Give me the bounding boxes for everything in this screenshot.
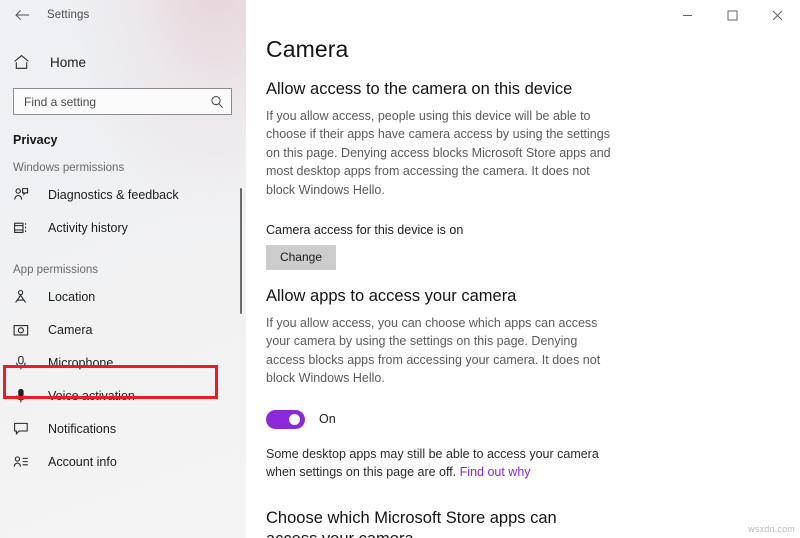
sidebar-item-location[interactable]: Location <box>0 280 246 313</box>
nav-group-app-permissions: App permissions Location <box>0 264 246 478</box>
minimize-button[interactable] <box>665 0 710 30</box>
sidebar-item-label: Notifications <box>48 422 116 436</box>
sidebar-item-label: Microphone <box>48 356 113 370</box>
apps-access-toggle-row: On <box>266 410 800 429</box>
watermark: wsxdn.com <box>748 524 795 534</box>
camera-settings-page: Camera Allow access to the camera on thi… <box>246 0 800 538</box>
desktop-apps-note-text: Some desktop apps may still be able to a… <box>266 447 599 480</box>
camera-access-status: Camera access for this device is on <box>266 223 800 237</box>
home-icon <box>13 54 35 70</box>
window-controls <box>665 0 800 30</box>
location-icon <box>13 289 33 305</box>
sidebar-item-label: Diagnostics & feedback <box>48 188 179 202</box>
search-input[interactable] <box>24 95 210 109</box>
sidebar-scrollbar-thumb[interactable] <box>240 188 242 314</box>
sidebar-item-microphone[interactable]: Microphone <box>0 346 246 379</box>
sidebar-item-label: Voice activation <box>48 389 135 403</box>
apps-access-toggle[interactable] <box>266 410 305 429</box>
maximize-button[interactable] <box>710 0 755 30</box>
desktop-apps-note: Some desktop apps may still be able to a… <box>266 445 611 483</box>
notifications-icon <box>13 421 33 436</box>
sidebar-item-notifications[interactable]: Notifications <box>0 412 246 445</box>
sidebar-item-home[interactable]: Home <box>0 47 246 77</box>
voice-activation-icon <box>13 388 33 404</box>
section-heading-apps-access: Allow apps to access your camera <box>266 286 616 307</box>
toggle-state-label: On <box>319 412 336 426</box>
camera-icon <box>13 323 33 337</box>
microphone-icon <box>13 355 33 371</box>
sidebar-item-label: Camera <box>48 323 92 337</box>
section-body-device-access: If you allow access, people using this d… <box>266 107 611 199</box>
section-heading-store-apps: Choose which Microsoft Store apps can ac… <box>266 508 596 538</box>
sidebar-nav: Windows permissions Diagnostics & feedba… <box>0 162 246 478</box>
search-icon <box>210 95 224 109</box>
close-button[interactable] <box>755 0 800 30</box>
sidebar-item-label: Account info <box>48 455 117 469</box>
toggle-knob <box>289 414 300 425</box>
sidebar-titlebar: Settings <box>0 0 246 30</box>
sidebar-category-title: Privacy <box>13 133 246 147</box>
sidebar-item-label: Location <box>48 290 95 304</box>
home-label: Home <box>50 55 86 70</box>
page-title: Camera <box>266 36 800 63</box>
sidebar-item-camera[interactable]: Camera <box>0 313 246 346</box>
nav-group-title: Windows permissions <box>0 162 246 174</box>
sidebar-item-voice-activation[interactable]: Voice activation <box>0 379 246 412</box>
change-button[interactable]: Change <box>266 245 336 270</box>
find-out-why-link[interactable]: Find out why <box>460 465 531 479</box>
search-box[interactable] <box>13 88 232 115</box>
sidebar-item-account-info[interactable]: Account info <box>0 445 246 478</box>
back-arrow-icon[interactable] <box>9 4 35 26</box>
sidebar-scrollbar[interactable] <box>239 0 244 538</box>
nav-group-windows-permissions: Windows permissions Diagnostics & feedba… <box>0 162 246 244</box>
settings-window: Settings Home Privacy Windows permis <box>0 0 800 538</box>
main-content: Camera Allow access to the camera on thi… <box>246 0 800 538</box>
diagnostics-feedback-icon <box>13 187 33 203</box>
sidebar-item-diagnostics-feedback[interactable]: Diagnostics & feedback <box>0 178 246 211</box>
sidebar-item-activity-history[interactable]: Activity history <box>0 211 246 244</box>
section-heading-device-access: Allow access to the camera on this devic… <box>266 79 616 100</box>
nav-group-title: App permissions <box>0 264 246 276</box>
sidebar: Settings Home Privacy Windows permis <box>0 0 246 538</box>
account-info-icon <box>13 455 33 469</box>
section-body-apps-access: If you allow access, you can choose whic… <box>266 314 611 388</box>
sidebar-item-label: Activity history <box>48 221 128 235</box>
activity-history-icon <box>13 220 33 236</box>
app-title: Settings <box>47 9 89 21</box>
